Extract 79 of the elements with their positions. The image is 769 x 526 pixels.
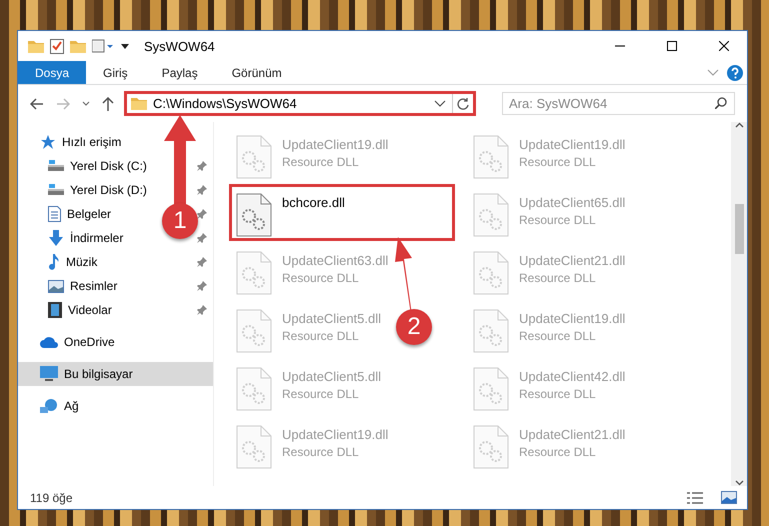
caret-icon <box>120 41 130 51</box>
forward-arrow-icon <box>56 98 70 110</box>
sidebar-item[interactable]: Yerel Disk (C:) <box>48 154 147 178</box>
file-name: UpdateClient63.dll <box>282 253 388 268</box>
file-name: UpdateClient21.dll <box>519 253 626 268</box>
sidebar-item[interactable]: Belgeler <box>48 202 112 226</box>
file-name: UpdateClient19.dll <box>282 427 388 442</box>
file-name: UpdateClient19.dll <box>519 311 626 326</box>
dll-file-icon[interactable] <box>236 193 272 237</box>
film-icon <box>48 302 62 318</box>
search-field[interactable]: Ara: SysWOW64 <box>502 92 735 115</box>
file-type: Resource DLL <box>519 445 597 459</box>
music-note-icon <box>48 254 60 270</box>
maximize-icon <box>667 41 677 51</box>
sidebar-item[interactable]: Bu bilgisayar <box>40 362 207 386</box>
chevron-up-icon <box>734 122 744 128</box>
help-icon <box>727 64 743 80</box>
file-name: UpdateClient42.dll <box>519 369 626 384</box>
file-name: UpdateClient5.dll <box>282 369 382 384</box>
file-name: UpdateClient21.dll <box>519 427 626 442</box>
scrollbar[interactable] <box>731 122 747 486</box>
picture-icon <box>721 491 737 504</box>
folder-icon <box>28 40 44 52</box>
chevron-down-icon <box>707 68 719 76</box>
file-type: Resource DLL <box>519 155 597 169</box>
up-arrow-icon <box>102 96 114 110</box>
sidebar-item[interactable]: Müzik <box>48 250 98 274</box>
file-type: Resource DLL <box>282 271 360 285</box>
monitor-icon <box>40 366 58 382</box>
file-type: Resource DLL <box>282 445 360 459</box>
document-icon <box>48 206 61 222</box>
search-icon <box>715 97 727 109</box>
file-type: Resource DLL <box>519 213 597 227</box>
file-type: Resource DLL <box>519 387 597 401</box>
drive-icon <box>48 184 64 196</box>
file-name: UpdateClient5.dll <box>282 311 382 326</box>
item-count: 119 öğe <box>30 490 74 504</box>
sidebar-item[interactable]: İndirmeler <box>48 226 124 250</box>
cloud-icon <box>40 336 58 348</box>
sidebar-item[interactable]: OneDrive <box>40 330 115 354</box>
ribbon-tab[interactable]: Giriş <box>86 61 145 84</box>
new-folder-icon <box>70 40 86 52</box>
chevron-down-icon <box>434 100 446 108</box>
file-name: UpdateClient19.dll <box>519 137 626 152</box>
sidebar-item[interactable]: Videolar <box>48 298 112 322</box>
star-icon <box>40 134 56 150</box>
step-number-marker: 2 <box>396 309 432 345</box>
drive-icon <box>48 160 64 172</box>
ribbon-tab[interactable]: Dosya <box>18 61 86 84</box>
file-name: bchcore.dll <box>282 195 345 210</box>
ribbon-tab[interactable]: Görünüm <box>214 61 299 84</box>
network-icon <box>40 398 58 414</box>
file-type: Resource DLL <box>519 329 597 343</box>
download-arrow-icon <box>48 230 64 246</box>
file-type: Resource DLL <box>519 271 597 285</box>
properties-icon <box>50 38 64 54</box>
scroll-thumb[interactable] <box>734 204 744 254</box>
folder-icon <box>131 97 147 110</box>
file-name: UpdateClient65.dll <box>519 195 626 210</box>
file-name: UpdateClient19.dll <box>282 137 388 152</box>
details-view-icon <box>687 490 703 504</box>
file-type: Resource DLL <box>282 329 360 343</box>
view-options-icon <box>92 39 114 53</box>
picture-icon <box>48 280 64 292</box>
refresh-icon <box>457 98 469 110</box>
address-field[interactable]: C:\Windows\SysWOW64 <box>124 91 476 116</box>
chevron-down-icon <box>82 100 90 106</box>
sidebar-item[interactable]: Yerel Disk (D:) <box>48 178 147 202</box>
sidebar-item[interactable]: Hızlı erişim <box>40 130 122 154</box>
ribbon-tab[interactable]: Paylaş <box>144 61 215 84</box>
file-type: Resource DLL <box>282 155 360 169</box>
chevron-down-icon <box>734 480 744 486</box>
sidebar-item[interactable]: Resimler <box>48 274 118 298</box>
step-number-marker: 1 <box>162 203 198 239</box>
file-type: Resource DLL <box>282 387 360 401</box>
back-arrow-icon <box>30 98 44 110</box>
close-icon <box>719 41 729 51</box>
window-title: SysWOW64 <box>144 38 216 54</box>
sidebar-item[interactable]: Ağ <box>40 394 79 418</box>
